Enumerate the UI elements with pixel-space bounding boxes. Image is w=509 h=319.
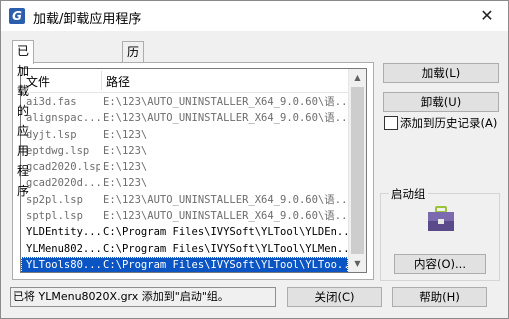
scroll-up-arrow-icon[interactable]: ▲ <box>349 69 366 86</box>
close-icon[interactable]: ✕ <box>472 3 502 29</box>
title-bar: G 加载/卸载应用程序 ✕ <box>1 1 508 31</box>
list-item-path: E:\123\ <box>103 144 148 157</box>
list-item[interactable]: ai3d.fas E:\123\AUTO_UNINSTALLER_X64_9.0.… <box>21 94 348 110</box>
help-button[interactable]: 帮助(H) <box>392 287 487 307</box>
list-item-path: C:\Program Files\IVYSoft\YLTool\YLToo... <box>103 258 348 271</box>
load-button[interactable]: 加载(L) <box>383 63 499 83</box>
contents-button[interactable]: 内容(O)... <box>394 254 486 274</box>
list-item[interactable]: YLTools80... C:\Program Files\IVYSoft\YLT… <box>21 256 348 272</box>
list-item[interactable]: alignspac... E:\123\AUTO_UNINSTALLER_X64_… <box>21 110 348 126</box>
column-divider[interactable] <box>101 71 102 90</box>
list-item[interactable]: gcad2020d... E:\123\ <box>21 175 348 191</box>
list-item-file: YLDEntity... <box>26 226 100 239</box>
list-item-file: sptpl.lsp <box>26 210 83 223</box>
list-item-path: C:\Program Files\IVYSoft\YLTool\YLDEn... <box>103 226 348 239</box>
briefcase-icon <box>428 206 454 231</box>
add-to-history-label[interactable]: 添加到历史记录(A) <box>400 115 497 131</box>
list-item[interactable]: gcad2020.lsp E:\123\ <box>21 159 348 175</box>
list-item-file: dyjt.lsp <box>26 128 77 141</box>
list-item-path: E:\123\AUTO_UNINSTALLER_X64_9.0.60\语... <box>103 210 348 223</box>
status-message: 已将 YLMenu8020X.grx 添加到"启动"组。 <box>10 287 276 307</box>
tab-loaded-apps[interactable]: 已加载的应用程序 <box>12 40 35 198</box>
list-item-file: sp2pl.lsp <box>26 193 83 206</box>
loaded-apps-list[interactable]: 文件 路径 ai3d.fas E:\123\AUTO_UNINSTALLER_X6… <box>20 68 367 273</box>
startup-group-title: 启动组 <box>389 186 428 202</box>
window-title: 加载/卸载应用程序 <box>33 12 142 27</box>
list-item-file: YLTools80... <box>26 258 100 271</box>
vertical-scrollbar[interactable]: ▲ ▼ <box>348 69 366 272</box>
list-item-file: eptdwg.lsp <box>26 144 90 157</box>
list-rows: ai3d.fas E:\123\AUTO_UNINSTALLER_X64_9.0.… <box>21 94 348 272</box>
list-item-file: ai3d.fas <box>26 96 77 108</box>
app-logo-icon: G <box>9 8 25 24</box>
list-item-file: YLMenu802... <box>26 242 100 255</box>
list-item[interactable]: YLMenu802... C:\Program Files\IVYSoft\YLT… <box>21 241 348 257</box>
list-item-path: E:\123\ <box>103 177 148 190</box>
column-header-file[interactable]: 文件 <box>26 73 50 90</box>
list-item[interactable]: dyjt.lsp E:\123\ <box>21 127 348 143</box>
list-item[interactable]: sp2pl.lsp E:\123\AUTO_UNINSTALLER_X64_9.0… <box>21 192 348 208</box>
list-item-file: gcad2020d... <box>26 177 100 190</box>
list-item-path: C:\Program Files\IVYSoft\YLTool\YLMen... <box>103 242 348 255</box>
add-to-history-checkbox[interactable] <box>384 116 398 130</box>
list-item-path: E:\123\AUTO_UNINSTALLER_X64_9.0.60\语... <box>103 193 348 206</box>
list-item-path: E:\123\ <box>103 161 148 174</box>
list-header: 文件 路径 <box>21 69 348 93</box>
close-button[interactable]: 关闭(C) <box>287 287 382 307</box>
list-item[interactable]: YLDEntity... C:\Program Files\IVYSoft\YLT… <box>21 224 348 240</box>
list-item-path: E:\123\AUTO_UNINSTALLER_X64_9.0.60\语... <box>103 112 348 125</box>
scroll-down-arrow-icon[interactable]: ▼ <box>349 255 366 272</box>
list-item[interactable]: eptdwg.lsp E:\123\ <box>21 143 348 159</box>
unload-button[interactable]: 卸载(U) <box>383 92 499 112</box>
list-item-path: E:\123\AUTO_UNINSTALLER_X64_9.0.60\语... <box>103 96 348 108</box>
list-item[interactable]: sptpl.lsp E:\123\AUTO_UNINSTALLER_X64_9.0… <box>21 208 348 224</box>
tab-history-list[interactable]: 历史记录列表 <box>122 41 145 159</box>
list-item-path: E:\123\ <box>103 128 148 141</box>
column-header-path[interactable]: 路径 <box>106 73 130 90</box>
list-item-file: gcad2020.lsp <box>26 161 100 174</box>
scrollbar-thumb[interactable] <box>351 87 364 254</box>
list-item-file: alignspac... <box>26 112 100 125</box>
